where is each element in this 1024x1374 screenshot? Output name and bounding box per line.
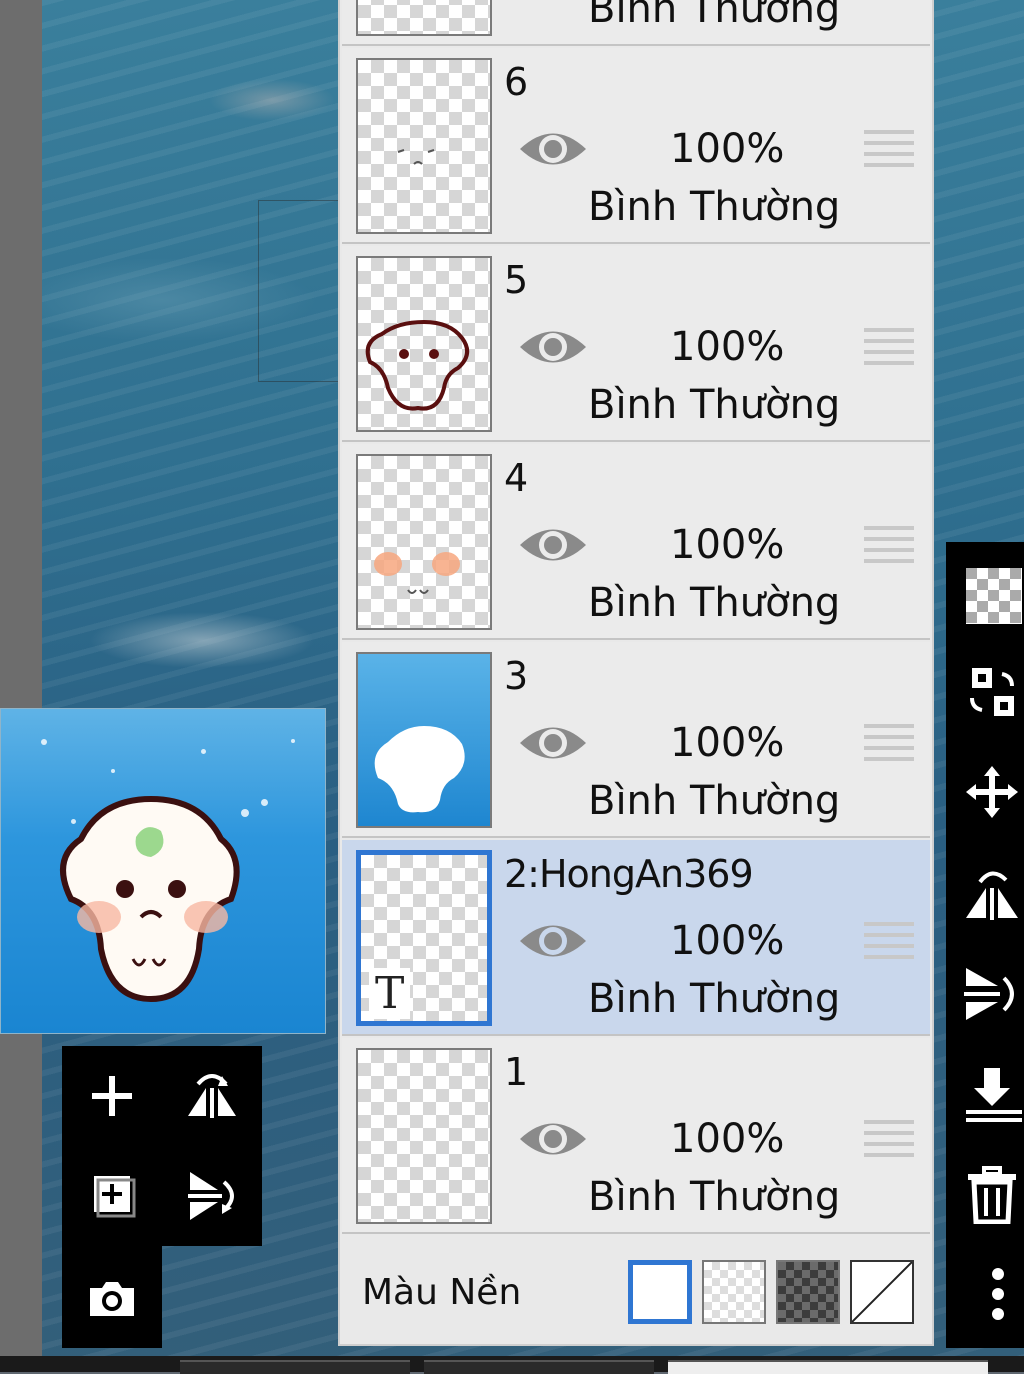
camera-icon bbox=[90, 1282, 134, 1316]
move-button[interactable] bbox=[960, 760, 1024, 824]
flip-horizontal-layer-button[interactable] bbox=[960, 860, 1024, 924]
layer-thumbnail bbox=[356, 256, 492, 432]
visibility-eye-icon[interactable] bbox=[518, 522, 588, 568]
layer-row-1[interactable]: 1 100% Bình Thường bbox=[342, 1038, 930, 1234]
layer-thumbnail: T bbox=[356, 850, 492, 1026]
more-icon bbox=[992, 1268, 1004, 1320]
selection-frame bbox=[258, 200, 339, 382]
drag-handle-icon[interactable] bbox=[864, 724, 914, 764]
bg-swatch-dark-checker[interactable] bbox=[776, 1260, 840, 1324]
layer-blend-mode[interactable]: Bình Thường bbox=[588, 382, 840, 428]
layer-row-2[interactable]: T 2:HongAn369 100% Bình Thường bbox=[342, 840, 930, 1036]
bg-swatch-light-checker[interactable] bbox=[702, 1260, 766, 1324]
layer-opacity[interactable]: 100% bbox=[670, 126, 784, 172]
layer-blend-mode[interactable]: Bình Thường bbox=[588, 1174, 840, 1220]
merge-down-icon bbox=[966, 1068, 1022, 1122]
visibility-eye-icon[interactable] bbox=[518, 1116, 588, 1162]
swap-layer-button[interactable] bbox=[960, 660, 1024, 724]
layer-name: 6 bbox=[504, 60, 528, 104]
flip-vertical-button[interactable] bbox=[162, 1146, 262, 1246]
more-options-button[interactable] bbox=[960, 1262, 1024, 1326]
flip-vertical-icon bbox=[188, 1172, 234, 1220]
layer-name: 3 bbox=[504, 654, 528, 698]
layer-name: 2:HongAn369 bbox=[504, 852, 754, 896]
character-illustration bbox=[60, 795, 240, 1003]
delete-layer-button[interactable] bbox=[960, 1162, 1024, 1226]
bottom-bar bbox=[0, 1356, 1024, 1374]
duplicate-layer-icon bbox=[94, 1176, 136, 1218]
layer-thumbnail bbox=[356, 58, 492, 234]
layer-name: 4 bbox=[504, 456, 528, 500]
trash-icon bbox=[968, 1166, 1016, 1224]
text-layer-badge: T bbox=[369, 968, 411, 1019]
background-color-row: Màu Nền bbox=[342, 1244, 930, 1342]
canvas-preview[interactable] bbox=[0, 708, 326, 1034]
layer-thumbnail bbox=[356, 0, 492, 36]
merge-down-button[interactable] bbox=[960, 1062, 1024, 1126]
add-layer-icon bbox=[92, 1076, 132, 1116]
layer-row-partial[interactable]: Bình Thường bbox=[342, 0, 930, 46]
background-color-label: Màu Nền bbox=[362, 1272, 522, 1313]
layer-thumbnail bbox=[356, 652, 492, 828]
duplicate-layer-button[interactable] bbox=[62, 1146, 162, 1246]
layer-row-4[interactable]: 4 100% Bình Thường bbox=[342, 444, 930, 640]
layer-opacity[interactable]: 100% bbox=[670, 720, 784, 766]
layer-thumbnail bbox=[356, 1048, 492, 1224]
layer-opacity[interactable]: 100% bbox=[670, 918, 784, 964]
transparency-button[interactable] bbox=[960, 562, 1024, 626]
layer-blend-mode[interactable]: Bình Thường bbox=[588, 0, 840, 32]
layer-name: 5 bbox=[504, 258, 528, 302]
layer-blend-mode[interactable]: Bình Thường bbox=[588, 580, 840, 626]
add-layer-button[interactable] bbox=[62, 1046, 162, 1146]
drag-handle-icon[interactable] bbox=[864, 1120, 914, 1160]
layer-row-6[interactable]: 6 100% Bình Thường bbox=[342, 48, 930, 244]
layer-row-3[interactable]: 3 100% Bình Thường bbox=[342, 642, 930, 838]
flip-vertical-icon bbox=[964, 968, 1014, 1020]
drag-handle-icon[interactable] bbox=[864, 922, 914, 962]
drag-handle-icon[interactable] bbox=[864, 526, 914, 566]
visibility-eye-icon[interactable] bbox=[518, 720, 588, 766]
transparency-icon bbox=[966, 568, 1022, 624]
flip-vertical-layer-button[interactable] bbox=[960, 962, 1024, 1026]
flip-horizontal-icon bbox=[966, 871, 1018, 920]
layer-blend-mode[interactable]: Bình Thường bbox=[588, 184, 840, 230]
bg-swatch-none[interactable] bbox=[850, 1260, 914, 1324]
camera-button[interactable] bbox=[62, 1248, 162, 1348]
swap-layer-icon bbox=[970, 668, 1014, 716]
layer-blend-mode[interactable]: Bình Thường bbox=[588, 778, 840, 824]
drag-handle-icon[interactable] bbox=[864, 328, 914, 368]
drag-handle-icon[interactable] bbox=[864, 130, 914, 170]
layer-opacity[interactable]: 100% bbox=[670, 1116, 784, 1162]
layers-panel: Bình Thường 6 100% Bình Thường 5 100% Bì… bbox=[338, 0, 934, 1346]
layer-opacity[interactable]: 100% bbox=[670, 324, 784, 370]
layer-thumbnail bbox=[356, 454, 492, 630]
visibility-eye-icon[interactable] bbox=[518, 324, 588, 370]
quick-toolbar-extension bbox=[62, 1246, 162, 1348]
left-edge bbox=[0, 0, 42, 1372]
layer-name: 1 bbox=[504, 1050, 528, 1094]
layer-toolbar bbox=[946, 542, 1024, 1348]
layer-opacity[interactable]: 100% bbox=[670, 522, 784, 568]
bg-swatch-white[interactable] bbox=[628, 1260, 692, 1324]
flip-horizontal-icon bbox=[188, 1074, 236, 1118]
flip-horizontal-button[interactable] bbox=[162, 1046, 262, 1146]
layer-row-5[interactable]: 5 100% Bình Thường bbox=[342, 246, 930, 442]
layer-blend-mode[interactable]: Bình Thường bbox=[588, 976, 840, 1022]
visibility-eye-icon[interactable] bbox=[518, 918, 588, 964]
quick-toolbar bbox=[62, 1046, 262, 1246]
move-icon bbox=[966, 766, 1018, 818]
visibility-eye-icon[interactable] bbox=[518, 126, 588, 172]
